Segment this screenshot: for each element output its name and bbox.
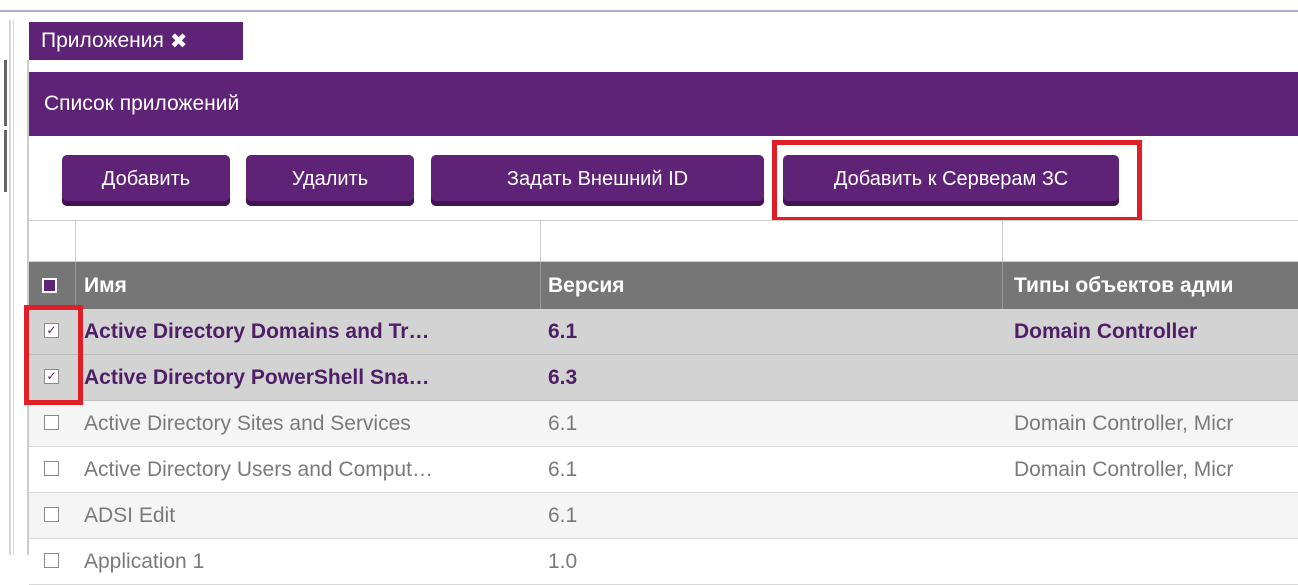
highlight-box-button — [772, 140, 1142, 222]
column-header-name[interactable]: Имя — [84, 262, 127, 309]
filter-types[interactable] — [1002, 221, 1298, 262]
cell-object-types: Domain Controller, Micr — [1014, 458, 1234, 481]
cell-name: ADSI Edit — [84, 504, 176, 527]
filter-row — [29, 220, 1298, 262]
highlight-box-checkboxes — [24, 305, 83, 405]
tab-applications[interactable]: Приложения ✖ — [29, 22, 243, 60]
row-checkbox[interactable] — [44, 461, 59, 476]
table-row[interactable]: ✓ Active Directory Domains and Tr… 6.1 Doma… — [29, 309, 1298, 355]
cell-name: Active Directory Domains and Tr… — [84, 320, 430, 343]
cell-name: Active Directory Sites and Services — [84, 412, 411, 435]
table-row[interactable]: ADSI Edit 6.1 — [29, 493, 1298, 539]
cell-version: 6.3 — [548, 366, 578, 389]
table-row[interactable]: Active Directory Users and Comput… 6.1 Dom… — [29, 447, 1298, 493]
filter-version[interactable] — [540, 221, 1003, 262]
cell-version: 1.0 — [548, 550, 578, 573]
cell-object-types — [1014, 355, 1298, 401]
cell-object-types — [1014, 539, 1298, 585]
cell-object-types: Domain Controller — [1014, 320, 1198, 343]
cell-name: Active Directory PowerShell Sna… — [84, 366, 430, 389]
delete-button[interactable]: Удалить — [246, 155, 414, 206]
cell-version: 6.1 — [548, 320, 578, 343]
cell-version: 6.1 — [548, 412, 578, 435]
select-all-checkbox[interactable] — [42, 278, 57, 293]
cell-name: Active Directory Users and Comput… — [84, 458, 433, 481]
filter-name[interactable] — [75, 221, 541, 262]
table-header: Имя Версия Типы объектов адми — [29, 262, 1298, 309]
column-separator — [1002, 262, 1003, 309]
top-divider — [0, 10, 1298, 12]
panel-title: Список приложений — [29, 72, 1298, 136]
row-checkbox[interactable] — [44, 415, 59, 430]
left-splitter-handle-2[interactable] — [4, 130, 7, 192]
column-header-types[interactable]: Типы объектов адми — [1014, 262, 1233, 309]
panel-title-text: Список приложений — [44, 92, 240, 115]
left-divider-inner — [13, 20, 14, 555]
cell-version: 6.1 — [548, 458, 578, 481]
left-splitter-handle[interactable] — [4, 60, 7, 126]
tab-label: Приложения — [41, 29, 164, 52]
set-external-id-button[interactable]: Задать Внешний ID — [431, 155, 764, 206]
cell-object-types — [1014, 493, 1298, 539]
row-checkbox[interactable] — [44, 507, 59, 522]
table-row[interactable]: ✓ Active Directory PowerShell Sna… 6.3 — [29, 355, 1298, 401]
column-separator — [75, 262, 76, 309]
cell-name: Application 1 — [84, 550, 205, 573]
row-checkbox[interactable] — [44, 553, 59, 568]
column-separator — [540, 262, 541, 309]
close-icon[interactable]: ✖ — [170, 29, 188, 54]
table-row[interactable]: Application 1 1.0 — [29, 539, 1298, 585]
table-row[interactable]: Active Directory Sites and Services 6.1 Do… — [29, 401, 1298, 447]
cell-version: 6.1 — [548, 504, 578, 527]
cell-object-types: Domain Controller, Micr — [1014, 412, 1234, 435]
left-divider — [9, 20, 11, 555]
column-header-version[interactable]: Версия — [548, 262, 625, 309]
add-button[interactable]: Добавить — [62, 155, 230, 206]
